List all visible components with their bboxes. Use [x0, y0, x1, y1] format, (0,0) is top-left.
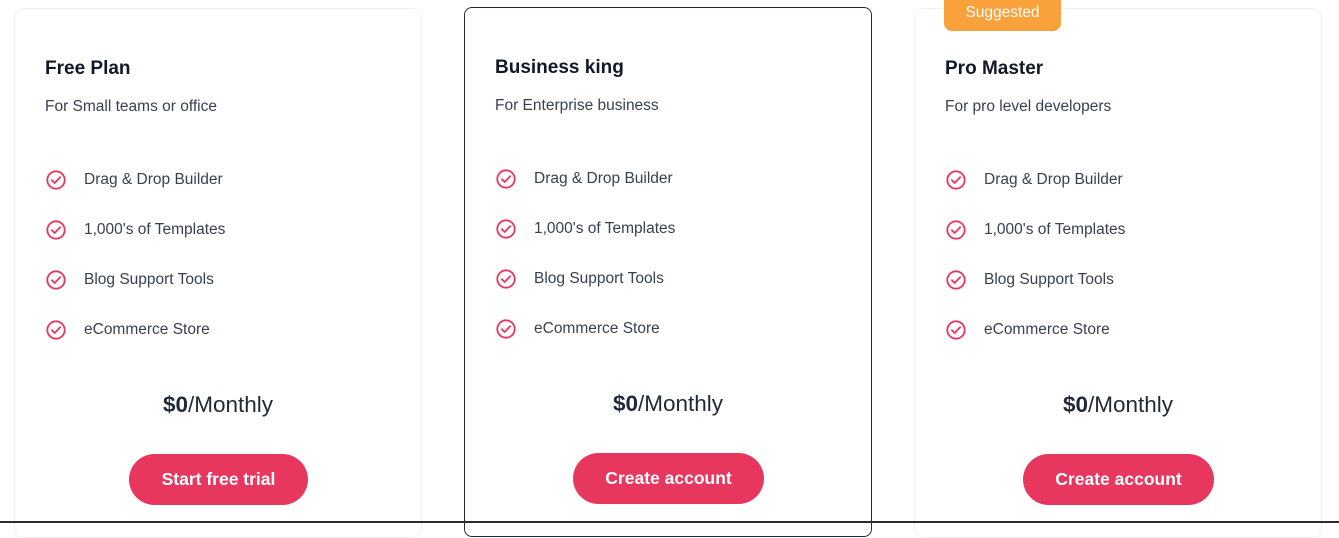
feature-item: Drag & Drop Builder — [495, 168, 675, 218]
plan-description: For pro level developers — [945, 98, 1112, 115]
feature-label: Blog Support Tools — [84, 271, 214, 288]
feature-item: 1,000's of Templates — [945, 219, 1125, 269]
feature-label: eCommerce Store — [984, 321, 1110, 338]
check-circle-icon — [496, 219, 516, 239]
check-circle-icon — [946, 170, 966, 190]
check-circle-icon — [946, 270, 966, 290]
price-period: /Monthly — [1087, 392, 1174, 417]
feature-label: eCommerce Store — [534, 320, 660, 337]
feature-label: Drag & Drop Builder — [984, 171, 1123, 188]
create-account-button[interactable]: Create account — [1023, 454, 1214, 505]
feature-label: 1,000's of Templates — [84, 221, 226, 238]
price-amount: $0 — [162, 392, 188, 417]
pricing-card-business: Business king For Enterprise business Dr… — [464, 7, 872, 537]
start-free-trial-button[interactable]: Start free trial — [129, 454, 308, 505]
plan-description: For Small teams or office — [45, 98, 217, 115]
plan-name: Free Plan — [45, 58, 131, 79]
price: $0/Monthly — [465, 391, 871, 417]
feature-label: Drag & Drop Builder — [84, 171, 223, 188]
feature-item: 1,000's of Templates — [495, 218, 675, 268]
feature-list: Drag & Drop Builder 1,000's of Templates… — [945, 169, 1125, 369]
pricing-section: Free Plan For Small teams or office Drag… — [0, 0, 1339, 538]
price: $0/Monthly — [15, 392, 421, 418]
feature-item: eCommerce Store — [45, 319, 225, 369]
plan-name: Business king — [495, 57, 624, 78]
feature-item: eCommerce Store — [945, 319, 1125, 369]
create-account-button[interactable]: Create account — [573, 453, 764, 504]
pricing-card-free: Free Plan For Small teams or office Drag… — [14, 8, 422, 538]
price-amount: $0 — [1062, 392, 1088, 417]
feature-label: Blog Support Tools — [534, 270, 664, 287]
feature-item: Blog Support Tools — [945, 269, 1125, 319]
check-circle-icon — [496, 269, 516, 289]
check-circle-icon — [46, 320, 66, 340]
check-circle-icon — [46, 220, 66, 240]
feature-item: Drag & Drop Builder — [45, 169, 225, 219]
feature-list: Drag & Drop Builder 1,000's of Templates… — [495, 168, 675, 368]
check-circle-icon — [496, 169, 516, 189]
check-circle-icon — [46, 270, 66, 290]
feature-item: Blog Support Tools — [45, 269, 225, 319]
pricing-card-pro: Pro Master For pro level developers Drag… — [914, 8, 1322, 538]
check-circle-icon — [946, 320, 966, 340]
price-period: /Monthly — [187, 392, 274, 417]
check-circle-icon — [496, 319, 516, 339]
feature-item: eCommerce Store — [495, 318, 675, 368]
feature-item: 1,000's of Templates — [45, 219, 225, 269]
price: $0/Monthly — [915, 392, 1321, 418]
feature-item: Drag & Drop Builder — [945, 169, 1125, 219]
feature-label: Blog Support Tools — [984, 271, 1114, 288]
feature-label: 1,000's of Templates — [984, 221, 1126, 238]
suggested-badge: Suggested — [944, 0, 1061, 31]
price-period: /Monthly — [637, 391, 724, 416]
check-circle-icon — [46, 170, 66, 190]
check-circle-icon — [946, 220, 966, 240]
feature-list: Drag & Drop Builder 1,000's of Templates… — [45, 169, 225, 369]
feature-item: Blog Support Tools — [495, 268, 675, 318]
price-amount: $0 — [612, 391, 638, 416]
feature-label: eCommerce Store — [84, 321, 210, 338]
plan-description: For Enterprise business — [495, 97, 659, 114]
feature-label: Drag & Drop Builder — [534, 170, 673, 187]
plan-name: Pro Master — [945, 58, 1044, 79]
feature-label: 1,000's of Templates — [534, 220, 676, 237]
